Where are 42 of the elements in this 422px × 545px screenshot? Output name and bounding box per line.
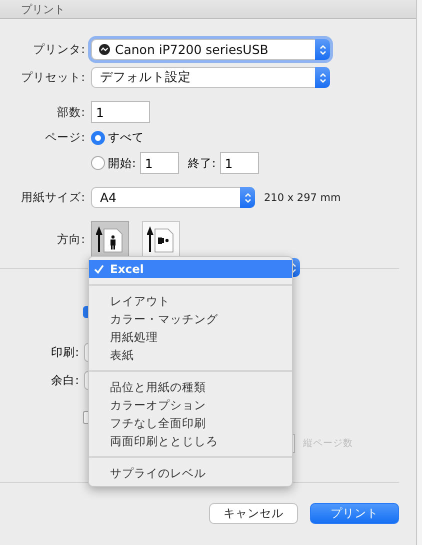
printer-popup[interactable]: Canon iP7200 seriesUSB — [91, 39, 330, 60]
radio-button[interactable] — [91, 130, 105, 144]
cancel-button[interactable]: キャンセル — [209, 502, 298, 524]
orientation-button[interactable] — [142, 221, 180, 258]
window-title: プリント — [21, 2, 65, 16]
field-label: 終了: — [188, 156, 216, 170]
checkmark-icon — [94, 264, 104, 274]
preset-popup[interactable]: デフォルト設定 — [91, 67, 330, 88]
field-label: 方向: — [57, 232, 85, 247]
field-label: プリセット: — [21, 70, 85, 85]
from-page-field[interactable]: 1 — [140, 152, 179, 174]
field-label: 用紙サイズ: — [21, 190, 85, 205]
to-page-field[interactable]: 1 — [220, 152, 259, 174]
printer-status-icon — [99, 44, 110, 55]
radio-label: 開始: — [108, 156, 136, 170]
stepper-icon — [315, 39, 330, 60]
menu-item[interactable]: 用紙処理 — [89, 328, 292, 346]
menu-item[interactable]: Excel — [89, 260, 292, 278]
copies-field[interactable]: 1 — [91, 101, 150, 123]
menu-item[interactable]: カラー・マッチング — [89, 310, 292, 328]
field-label: 部数: — [57, 104, 85, 120]
menu-item[interactable]: フチなし全面印刷 — [89, 414, 292, 432]
menu-item[interactable]: 両面印刷ととじしろ — [89, 432, 292, 450]
menu-item[interactable]: 品位と用紙の種類 — [89, 378, 292, 396]
landscape-page-icon — [147, 226, 175, 254]
radio-label: すべて — [108, 130, 144, 145]
menu-item[interactable]: サプライのレベル — [89, 464, 292, 482]
menu-item[interactable]: レイアウト — [89, 292, 292, 310]
field-label: ページ: — [45, 130, 85, 145]
menu-item[interactable]: 表紙 — [89, 346, 292, 364]
portrait-page-icon — [96, 226, 124, 254]
stepper-icon — [240, 187, 255, 208]
print-button[interactable]: プリント — [310, 502, 399, 524]
radio-button[interactable] — [91, 156, 105, 170]
field-label: 印刷: — [50, 345, 79, 360]
paper-size-popup[interactable]: A4 — [91, 187, 255, 208]
orientation-button[interactable] — [91, 221, 129, 258]
menu-item[interactable]: カラーオプション — [89, 396, 292, 414]
field-label: プリンタ: — [33, 42, 85, 57]
paper-dimensions: 210 x 297 mm — [264, 192, 341, 204]
field-label: 余白: — [50, 373, 79, 388]
stepper-icon — [315, 67, 330, 88]
